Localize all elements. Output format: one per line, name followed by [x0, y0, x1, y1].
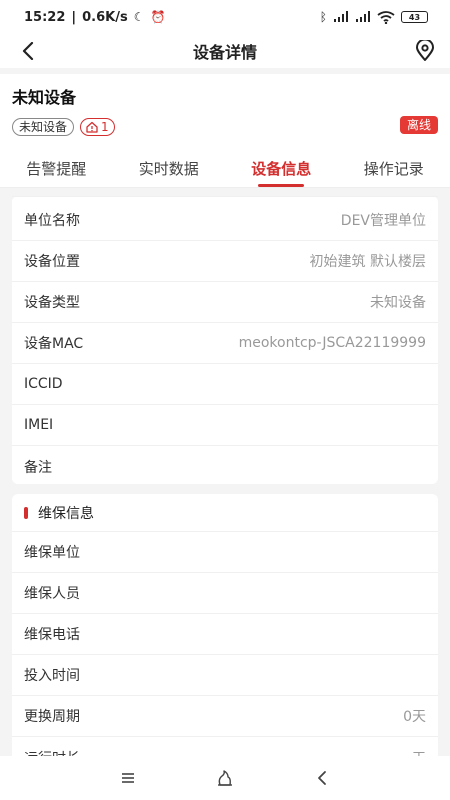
alarm-icon: ⏰	[150, 10, 166, 24]
home-button[interactable]	[205, 758, 245, 798]
status-time: 15:22	[24, 9, 66, 25]
section-title: 维保信息	[38, 505, 94, 522]
back-nav-button[interactable]	[302, 758, 342, 798]
section-marker	[24, 506, 28, 519]
info-label: 设备MAC	[24, 336, 84, 352]
info-label: 维保单位	[24, 545, 80, 561]
info-label: 设备类型	[24, 295, 80, 311]
wifi-icon	[377, 10, 395, 24]
menu-button[interactable]	[108, 758, 148, 798]
info-label: ICCID	[24, 376, 63, 392]
tab-alarm-reminder[interactable]: 告警提醒	[0, 150, 113, 187]
status-badge: 离线	[399, 116, 438, 134]
hd-signal-icon	[356, 11, 370, 22]
alarm-count-tag: 1	[80, 118, 115, 136]
info-value: DEV管理单位	[340, 212, 426, 229]
section-header: 维保信息	[12, 494, 438, 532]
info-value: 未知设备	[370, 295, 426, 311]
alarm-house-icon	[86, 121, 98, 133]
device-type-tag: 未知设备	[12, 118, 75, 136]
battery-icon: 43	[401, 11, 428, 23]
maint-row-start-time: 投入时间	[12, 655, 438, 696]
info-label: 更换周期	[24, 709, 80, 725]
tab-operation-log[interactable]: 操作记录	[338, 150, 450, 187]
info-label: 设备位置	[24, 254, 80, 270]
page-title: 设备详情	[192, 43, 257, 62]
maint-row-replace-cycle: 更换周期 0天	[12, 696, 438, 737]
device-name: 未知设备	[12, 88, 77, 107]
maint-row-phone: 维保电话	[12, 614, 438, 655]
status-bar: 15:22 | 0.6K/s ☾ ⏰ ᛒ 43	[0, 0, 450, 34]
device-header: 未知设备 未知设备 1 离线	[0, 74, 450, 150]
info-row-unit: 单位名称 DEV管理单位	[12, 196, 438, 241]
maint-row-person: 维保人员	[12, 573, 438, 614]
network-speed: 0.6K/s	[82, 9, 128, 25]
device-info-card: 单位名称 DEV管理单位 设备位置 初始建筑 默认楼层 设备类型 未知设备 设备…	[12, 196, 438, 484]
tab-realtime-data[interactable]: 实时数据	[113, 150, 226, 187]
info-value: 0天	[403, 709, 426, 725]
info-value: meokontcp-JSCA22119999	[238, 335, 426, 351]
nav-bar: 设备详情	[0, 34, 450, 68]
info-label: IMEI	[24, 417, 54, 433]
location-pin-icon	[416, 40, 434, 61]
info-label: 投入时间	[24, 668, 80, 684]
back-button[interactable]	[14, 37, 42, 65]
bluetooth-icon: ᛒ	[319, 10, 327, 24]
info-label: 备注	[24, 459, 52, 476]
location-button[interactable]	[412, 38, 438, 64]
info-row-location: 设备位置 初始建筑 默认楼层	[12, 241, 438, 282]
menu-icon	[122, 773, 135, 783]
home-gesture-icon	[217, 770, 232, 786]
maintenance-card: 维保信息 维保单位 维保人员 维保电话 投入时间 更换周期 0天 运行时长 天	[12, 494, 438, 764]
alarm-count: 1	[101, 120, 109, 134]
info-label: 单位名称	[24, 212, 80, 229]
moon-icon: ☾	[133, 10, 145, 24]
info-row-imei: IMEI	[12, 405, 438, 446]
back-arrow-icon	[317, 771, 326, 785]
info-row-mac: 设备MAC meokontcp-JSCA22119999	[12, 323, 438, 364]
info-row-remark: 备注	[12, 446, 438, 487]
maint-row-unit: 维保单位	[12, 532, 438, 573]
tab-device-info[interactable]: 设备信息	[225, 150, 338, 187]
info-row-iccid: ICCID	[12, 364, 438, 405]
chevron-left-icon	[22, 42, 34, 60]
info-row-type: 设备类型 未知设备	[12, 282, 438, 323]
info-label: 维保电话	[24, 627, 80, 643]
info-value: 初始建筑 默认楼层	[309, 254, 426, 270]
info-label: 维保人员	[24, 586, 80, 602]
system-nav-bar	[0, 756, 450, 800]
tab-bar: 告警提醒 实时数据 设备信息 操作记录	[0, 150, 450, 188]
hd-signal-icon	[334, 11, 348, 22]
